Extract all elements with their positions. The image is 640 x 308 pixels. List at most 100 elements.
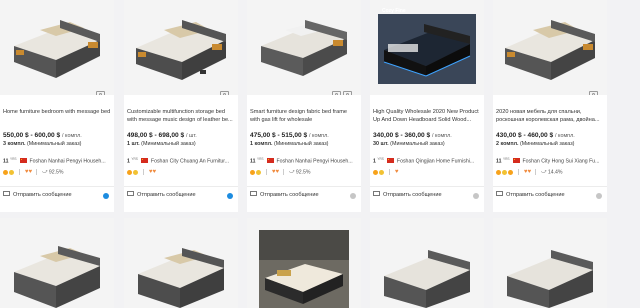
product-price: 550,00 $ - 600,00 $ / компл. (3, 132, 82, 139)
send-message-button[interactable]: Отправить сообщение (496, 191, 604, 202)
handshake-icon: ⤻ (41, 169, 48, 176)
supplier-line: 1 YRS Foshan Qingjian Home Furnishi... (373, 157, 483, 165)
gold-supplier-icon (133, 169, 138, 175)
rating-badges: ♥ (373, 169, 483, 177)
gold-supplier-icon (3, 169, 8, 175)
supplier-line: 11 YRS Foshan Nanhai Pengyi Househ... (3, 157, 113, 165)
product-title[interactable]: Customizable multifunction storage bed w… (127, 108, 235, 124)
supplier-name[interactable]: Foshan Nanhai Pengyi Househ... (30, 159, 106, 165)
min-order: 30 шт. (Минимальный заказ) (373, 141, 445, 147)
product-price: 498,00 $ - 698,00 $ / шт. (127, 132, 197, 139)
china-flag-icon (19, 157, 27, 163)
product-title[interactable]: High Quality Wholesale 2020 New Product … (373, 108, 481, 124)
gold-supplier-icon (256, 169, 261, 175)
china-flag-icon (266, 157, 274, 163)
gold-supplier-icon (508, 169, 513, 175)
product-image[interactable] (247, 218, 361, 308)
rating-badges: ♥♥ ⤻92.5% (3, 169, 113, 177)
send-message-button[interactable]: Отправить сообщение (250, 191, 358, 202)
envelope-icon (250, 191, 257, 197)
gold-supplier-icon (250, 169, 255, 175)
product-card[interactable] (0, 218, 114, 308)
min-order: 1 шт. (Минимальный заказ) (127, 141, 196, 147)
envelope-icon (127, 191, 134, 197)
heart-icon: ♥ (394, 169, 399, 175)
product-title[interactable]: Home furniture bedroom with message bed (3, 108, 111, 124)
camera-icon[interactable] (343, 91, 352, 95)
china-flag-icon (512, 157, 520, 163)
product-card[interactable]: Customizable multifunction storage bed w… (124, 0, 238, 212)
years-badge: 1 YRS (127, 157, 138, 165)
product-image[interactable] (124, 0, 238, 95)
gold-supplier-icon (379, 169, 384, 175)
china-flag-icon (386, 157, 394, 163)
camera-icon[interactable] (220, 91, 229, 95)
product-image[interactable] (370, 218, 484, 308)
offline-status-dot (596, 193, 602, 199)
rating-badges: ♥♥ ⤻92.5% (250, 169, 360, 177)
rating-badges: ♥♥ ⤻14.4% (496, 169, 606, 177)
min-order: 2 компл. (Минимальный заказ) (496, 141, 575, 147)
send-message-button[interactable]: Отправить сообщение (127, 191, 235, 202)
brand-logo: Cozy Fine (382, 8, 406, 14)
camera-icon[interactable] (332, 91, 341, 95)
envelope-icon (373, 191, 380, 197)
rating-badges: ♥♥ (127, 169, 237, 177)
product-title[interactable]: 2020 новая мебель для спальни, роскошная… (496, 108, 604, 124)
supplier-line: 1 YRS Foshan City Chuang An Furnitur... (127, 157, 237, 165)
send-message-button[interactable]: Отправить сообщение (373, 191, 481, 202)
camera-icon[interactable] (589, 91, 598, 95)
response-rate: 92.5% (48, 169, 64, 176)
product-card[interactable]: Home furniture bedroom with message bed … (0, 0, 114, 212)
min-order: 1 компл. (Минимальный заказ) (250, 141, 329, 147)
heart-icon: ♥ (28, 169, 33, 175)
product-image[interactable] (493, 218, 607, 308)
product-card[interactable]: 2020 новая мебель для спальни, роскошная… (493, 0, 607, 212)
product-image[interactable] (493, 0, 607, 95)
product-card[interactable]: Cozy Fine High Quality Wholesale 2020 Ne… (370, 0, 484, 212)
product-image[interactable] (247, 0, 361, 95)
envelope-icon (3, 191, 10, 197)
gold-supplier-icon (502, 169, 507, 175)
supplier-name[interactable]: Foshan City Hong Sui Xiang Fu... (523, 159, 600, 165)
supplier-line: 11 YRS Foshan City Hong Sui Xiang Fu... (496, 157, 606, 165)
years-badge: 11 YRS (496, 157, 510, 165)
heart-icon: ♥ (275, 169, 280, 175)
supplier-name[interactable]: Foshan City Chuang An Furnitur... (151, 159, 229, 165)
online-status-dot (227, 193, 233, 199)
heart-icon: ♥ (527, 169, 532, 175)
gold-supplier-icon (127, 169, 132, 175)
response-rate: 14.4% (547, 169, 563, 176)
heart-icon: ♥ (152, 169, 157, 175)
gold-supplier-icon (9, 169, 14, 175)
product-card[interactable] (124, 218, 238, 308)
envelope-icon (496, 191, 503, 197)
offline-status-dot (350, 193, 356, 199)
camera-icon[interactable] (96, 91, 105, 95)
gold-supplier-icon (496, 169, 501, 175)
product-price: 475,00 $ - 515,00 $ / компл. (250, 132, 329, 139)
min-order: 3 компл. (Минимальный заказ) (3, 141, 82, 147)
offline-status-dot (473, 193, 479, 199)
product-title[interactable]: Smart furniture design fabric bed frame … (250, 108, 358, 124)
product-card[interactable]: Smart furniture design fabric bed frame … (247, 0, 361, 212)
years-badge: 1 YRS (373, 157, 384, 165)
supplier-line: 11 YRS Foshan Nanhai Pengyi Househ... (250, 157, 360, 165)
send-message-button[interactable]: Отправить сообщение (3, 191, 111, 202)
online-status-dot (103, 193, 109, 199)
supplier-name[interactable]: Foshan Qingjian Home Furnishi... (397, 159, 474, 165)
product-price: 430,00 $ - 460,00 $ / компл. (496, 132, 575, 139)
china-flag-icon (140, 157, 148, 163)
product-card[interactable] (370, 218, 484, 308)
product-image[interactable] (0, 0, 114, 95)
product-image[interactable] (124, 218, 238, 308)
product-card[interactable] (493, 218, 607, 308)
supplier-name[interactable]: Foshan Nanhai Pengyi Househ... (277, 159, 353, 165)
product-image[interactable] (0, 218, 114, 308)
gold-supplier-icon (373, 169, 378, 175)
product-image[interactable]: Cozy Fine (370, 0, 484, 95)
years-badge: 11 YRS (3, 157, 17, 165)
product-price: 340,00 $ - 360,00 $ / компл. (373, 132, 452, 139)
product-grid: Home furniture bedroom with message bed … (0, 0, 640, 308)
product-card[interactable] (247, 218, 361, 308)
